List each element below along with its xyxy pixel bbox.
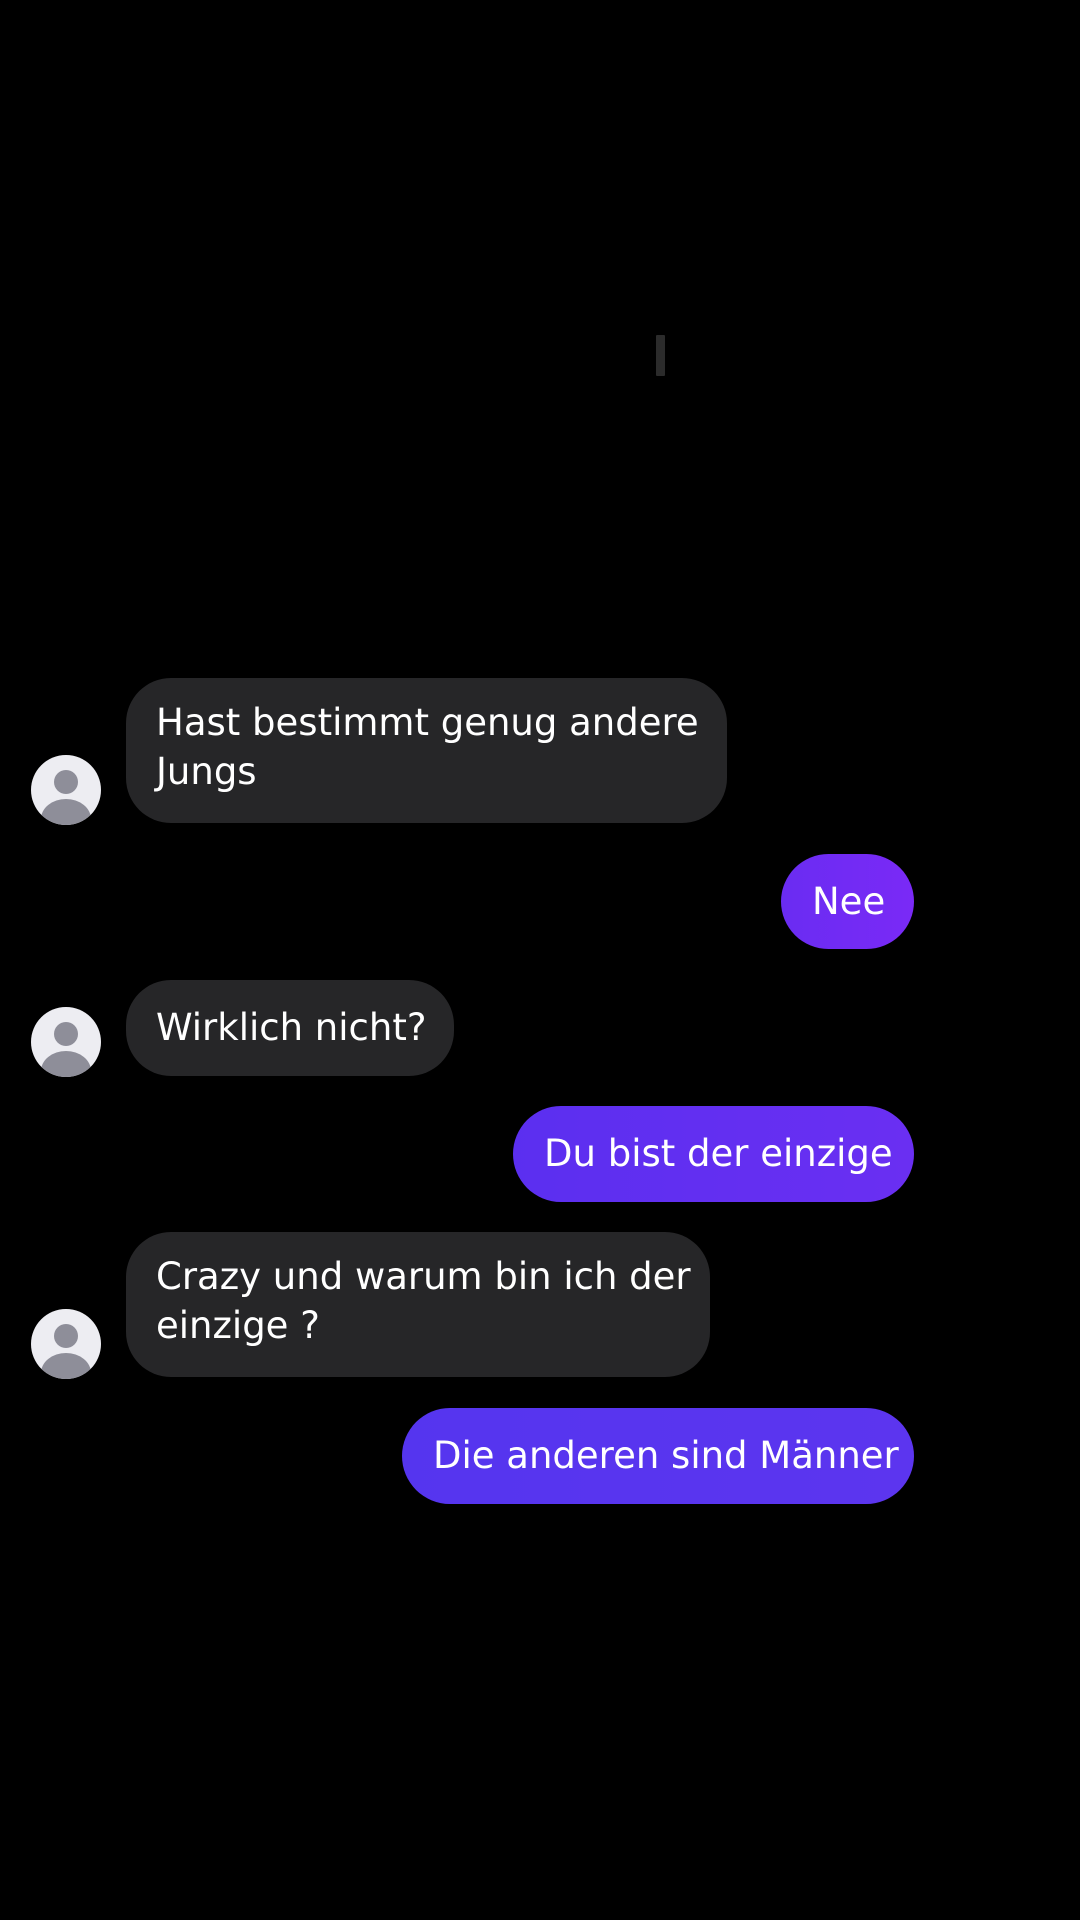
message-bubble-incoming[interactable]: Crazy und warum bin ich der einzige ? (126, 1232, 710, 1377)
message-text-line: Crazy und warum bin ich der (156, 1255, 691, 1298)
message-text: Die anderen sind Männer (433, 1434, 899, 1477)
message-text-line: Hast bestimmt genug andere (156, 701, 699, 744)
message-bubble-outgoing[interactable]: Die anderen sind Männer (402, 1408, 914, 1504)
message-bubble-incoming[interactable]: Hast bestimmt genug andere Jungs (126, 678, 727, 823)
message-bubble-outgoing[interactable]: Nee (781, 854, 914, 949)
chat-thread: Hast bestimmt genug andere Jungs Nee Wir… (0, 0, 1080, 1920)
contact-avatar-icon[interactable] (31, 1007, 101, 1077)
message-text-line: Wirklich nicht? (156, 1006, 427, 1049)
contact-avatar-icon[interactable] (31, 755, 101, 825)
contact-avatar-icon[interactable] (31, 1309, 101, 1379)
message-text-line: einzige ? (156, 1304, 320, 1347)
message-text: Du bist der einzige (544, 1132, 893, 1175)
message-text: Nee (812, 880, 886, 923)
message-text-line: Jungs (156, 750, 257, 793)
message-bubble-incoming[interactable]: Wirklich nicht? (126, 980, 454, 1076)
message-bubble-outgoing[interactable]: Du bist der einzige (513, 1106, 914, 1202)
